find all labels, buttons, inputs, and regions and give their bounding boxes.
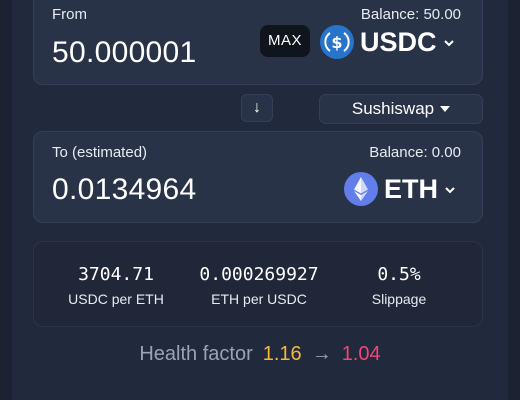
stat-label: Slippage (371, 291, 427, 307)
svg-text:$: $ (331, 33, 342, 52)
stat-label: ETH per USDC (211, 291, 307, 307)
chevron-down-icon (444, 183, 456, 195)
swap-direction-button[interactable]: ↓ (241, 94, 273, 122)
stat-eth-per-usdc: 0.000269927 ETH per USDC (189, 264, 329, 307)
from-token-selector[interactable]: $ USDC (320, 25, 455, 59)
stat-slippage: 0.5% Slippage (349, 264, 449, 307)
max-button[interactable]: MAX (260, 25, 310, 57)
health-factor-current: 1.16 (262, 343, 302, 365)
stat-value: 0.5% (377, 264, 421, 285)
to-label: To (estimated) (52, 144, 148, 161)
caret-down-icon (440, 106, 451, 112)
to-amount[interactable]: 0.0134964 (52, 173, 197, 207)
stat-label: USDC per ETH (68, 291, 164, 307)
from-label: From (52, 6, 87, 23)
arrow-right-icon: → (311, 343, 332, 365)
health-factor-new: 1.04 (341, 343, 381, 365)
to-card: To (estimated) Balance: 0.00 0.0134964 E… (33, 131, 483, 223)
to-token-symbol: ETH (384, 173, 438, 204)
stat-usdc-per-eth: 3704.71 USDC per ETH (56, 264, 176, 307)
route-label: Sushiswap (351, 99, 435, 118)
from-balance[interactable]: Balance: 50.00 (361, 6, 461, 23)
usdc-icon: $ (320, 25, 354, 59)
chevron-down-icon (443, 36, 455, 48)
stat-value: 3704.71 (78, 264, 154, 285)
from-amount-input[interactable]: 50.000001 (52, 36, 197, 70)
to-balance: Balance: 0.00 (369, 144, 461, 161)
stat-value: 0.000269927 (199, 264, 319, 285)
route-dropdown[interactable]: Sushiswap (319, 94, 483, 124)
from-token-symbol: USDC (360, 26, 437, 57)
eth-icon (344, 172, 378, 206)
rate-stats: 3704.71 USDC per ETH 0.000269927 ETH per… (33, 241, 483, 327)
to-token-selector[interactable]: ETH (344, 172, 456, 206)
health-factor: Health factor 1.16 → 1.04 (0, 343, 520, 366)
from-card: From Balance: 50.00 50.000001 MAX $ USDC (33, 0, 483, 85)
arrow-down-icon: ↓ (253, 99, 261, 116)
health-factor-label: Health factor (139, 343, 253, 365)
